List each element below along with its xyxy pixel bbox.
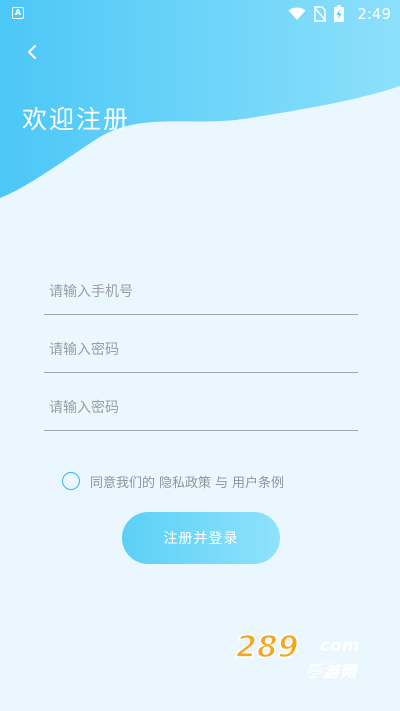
privacy-policy-link[interactable]: 隐私政策 [159, 472, 211, 491]
password-field [44, 328, 358, 373]
phone-input[interactable] [44, 270, 358, 314]
register-and-login-button[interactable]: 注册并登录 [122, 512, 280, 564]
status-time: 2:49 [357, 5, 391, 23]
status-icons [288, 5, 344, 22]
battery-charging-icon [334, 5, 344, 22]
agreement-checkbox[interactable] [62, 472, 80, 490]
password-input[interactable] [44, 328, 358, 372]
watermark-domain: com [320, 636, 360, 656]
no-sim-icon [314, 5, 326, 22]
watermark-chinese: 手游网 [306, 662, 358, 682]
agreement-conjunction: 与 [215, 475, 229, 491]
phone-field [44, 270, 358, 315]
confirm-password-field [44, 386, 358, 431]
status-bar: A 2:49 [0, 0, 400, 28]
agreement-prefix: 同意我们的 [90, 475, 156, 491]
app-notification-icon: A [12, 7, 24, 19]
site-watermark-logo: 289 com 手游网 [235, 629, 376, 682]
back-button[interactable] [18, 38, 46, 66]
chevron-left-icon [28, 45, 36, 59]
watermark-number: 289 [235, 629, 299, 666]
wifi-icon [288, 7, 306, 20]
agreement-row: 同意我们的 隐私政策 与 用户条例 [62, 470, 288, 492]
page-title: 欢迎注册 [22, 105, 131, 134]
confirm-password-input[interactable] [44, 386, 358, 430]
user-terms-link[interactable]: 用户条例 [232, 472, 284, 491]
